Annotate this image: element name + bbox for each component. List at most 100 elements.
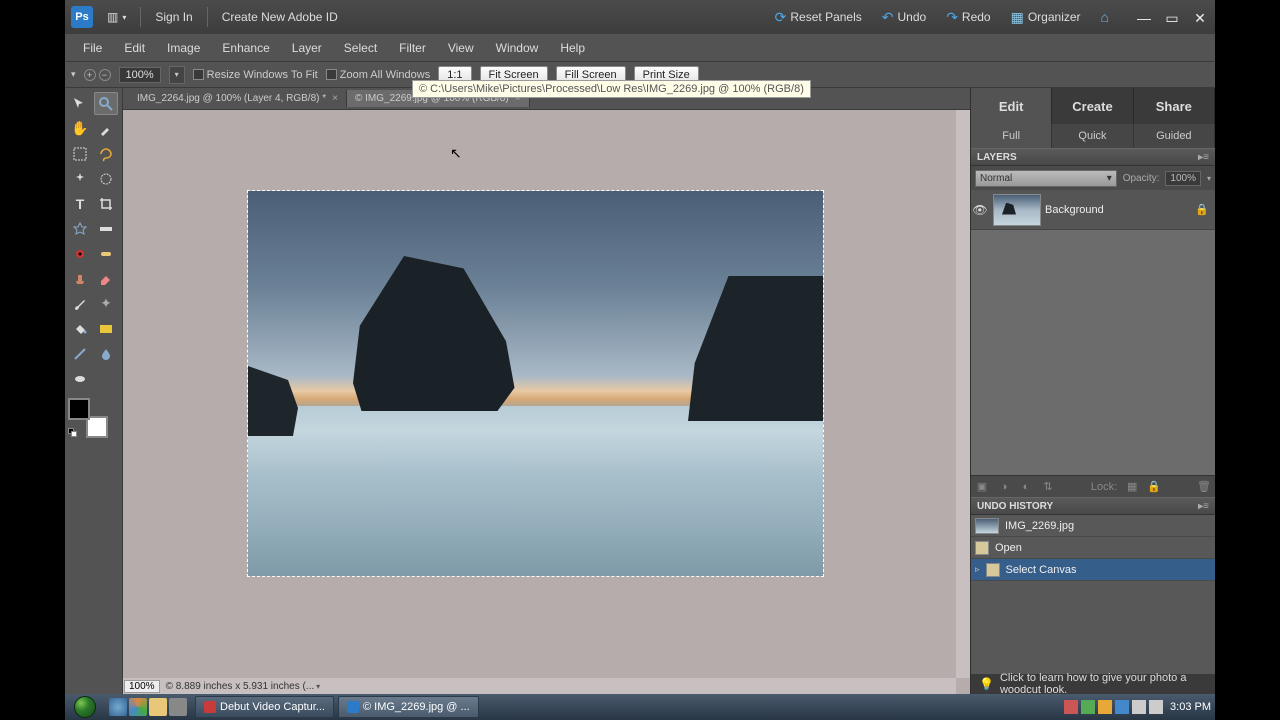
menu-window[interactable]: Window	[486, 37, 549, 59]
ql-ie-icon[interactable]	[109, 698, 127, 716]
red-eye-tool[interactable]	[68, 242, 92, 265]
tray-icon[interactable]	[1064, 700, 1078, 714]
ql-chrome-icon[interactable]	[129, 698, 147, 716]
menu-enhance[interactable]: Enhance	[212, 37, 279, 59]
shape-tool[interactable]	[68, 342, 92, 365]
vertical-scrollbar[interactable]	[956, 110, 970, 678]
new-layer-icon[interactable]: ▣	[975, 480, 989, 493]
zoom-all-checkbox[interactable]	[326, 69, 337, 80]
crop-tool[interactable]	[94, 192, 118, 215]
eyedropper-tool[interactable]	[94, 117, 118, 140]
tray-volume-icon[interactable]	[1149, 700, 1163, 714]
brush-tool[interactable]	[68, 292, 92, 315]
sub-tab-quick[interactable]: Quick	[1052, 124, 1133, 148]
tray-network-icon[interactable]	[1132, 700, 1146, 714]
menu-select[interactable]: Select	[334, 37, 387, 59]
menu-filter[interactable]: Filter	[389, 37, 436, 59]
resize-windows-checkbox[interactable]	[193, 69, 204, 80]
sub-tab-guided[interactable]: Guided	[1134, 124, 1215, 148]
smart-brush-tool[interactable]: ✦	[94, 292, 118, 315]
zoom-level-input[interactable]: 100%	[119, 67, 161, 83]
zoom-in-icon[interactable]: +	[84, 69, 96, 81]
sponge-tool[interactable]	[68, 367, 92, 390]
system-tray[interactable]: 3:03 PM	[1064, 700, 1211, 714]
lasso-tool[interactable]	[94, 142, 118, 165]
quick-selection-tool[interactable]	[94, 167, 118, 190]
taskbar-task[interactable]: © IMG_2269.jpg @ ...	[338, 696, 479, 718]
blend-mode-dropdown[interactable]: Normal▾	[975, 170, 1117, 187]
default-colors-icon[interactable]	[68, 428, 78, 438]
layer-name[interactable]: Background	[1045, 204, 1195, 216]
menu-file[interactable]: File	[73, 37, 112, 59]
type-tool[interactable]: T	[68, 192, 92, 215]
zoom-out-icon[interactable]: −	[99, 69, 111, 81]
paint-bucket-tool[interactable]	[68, 317, 92, 340]
layer-visibility-icon[interactable]: 👁	[971, 203, 989, 217]
panel-menu-icon[interactable]: ▸≡	[1198, 152, 1209, 163]
spot-healing-tool[interactable]	[94, 242, 118, 265]
lock-all-icon[interactable]: 🔒	[1147, 480, 1161, 493]
panel-menu-icon[interactable]: ▸≡	[1198, 501, 1209, 512]
tip-bar[interactable]: 💡Click to learn how to give your photo a…	[971, 674, 1215, 694]
zoom-tool[interactable]	[94, 92, 118, 115]
zoom-dropdown[interactable]: ▾	[169, 66, 185, 84]
close-button[interactable]: ✕	[1191, 10, 1209, 24]
history-row[interactable]: ▹Select Canvas	[971, 559, 1215, 581]
foreground-color-swatch[interactable]	[68, 398, 90, 420]
home-button[interactable]: ⌂	[1095, 6, 1115, 28]
tray-icon[interactable]	[1098, 700, 1112, 714]
canvas[interactable]: ↖ 100% © 8.889 inches x 5.931 inches (..…	[123, 110, 970, 694]
color-swatches[interactable]	[68, 398, 108, 438]
link-icon[interactable]: ⇅	[1041, 480, 1055, 493]
layer-thumbnail[interactable]	[993, 194, 1041, 226]
maximize-button[interactable]: ▭	[1163, 10, 1181, 24]
blur-tool[interactable]	[94, 342, 118, 365]
sign-in-link[interactable]: Sign In	[149, 7, 198, 27]
status-zoom[interactable]: 100%	[124, 680, 160, 693]
clock[interactable]: 3:03 PM	[1170, 701, 1211, 713]
history-row[interactable]: Open	[971, 537, 1215, 559]
start-button[interactable]	[65, 694, 105, 720]
mode-tab-create[interactable]: Create	[1052, 88, 1133, 124]
sub-tab-full[interactable]: Full	[971, 124, 1052, 148]
image-with-selection[interactable]	[247, 190, 824, 577]
marquee-tool[interactable]	[68, 142, 92, 165]
minimize-button[interactable]: ―	[1135, 10, 1153, 24]
workspace-switcher[interactable]: ▥▾	[101, 7, 132, 27]
lock-pixels-icon[interactable]: ▦	[1125, 480, 1139, 493]
menu-edit[interactable]: Edit	[114, 37, 155, 59]
ql-app-icon[interactable]	[169, 698, 187, 716]
move-tool[interactable]	[68, 92, 92, 115]
hand-tool[interactable]: ✋	[68, 117, 92, 140]
reset-panels-button[interactable]: ⟳Reset Panels	[769, 6, 868, 29]
taskbar-task[interactable]: Debut Video Captur...	[195, 696, 334, 718]
opacity-input[interactable]: 100%	[1165, 171, 1201, 186]
document-tab[interactable]: IMG_2264.jpg @ 100% (Layer 4, RGB/8) *×	[129, 90, 347, 107]
mask-icon[interactable]: ◐	[1019, 481, 1033, 493]
straighten-tool[interactable]	[94, 217, 118, 240]
tray-icon[interactable]	[1115, 700, 1129, 714]
menu-view[interactable]: View	[438, 37, 484, 59]
cookie-cutter-tool[interactable]	[68, 217, 92, 240]
horizontal-scrollbar[interactable]: 100% © 8.889 inches x 5.931 inches (... …	[123, 678, 956, 694]
fx-icon[interactable]: ◑	[997, 481, 1011, 493]
gradient-tool[interactable]	[94, 317, 118, 340]
tray-icon[interactable]	[1081, 700, 1095, 714]
create-adobe-id-link[interactable]: Create New Adobe ID	[216, 7, 344, 27]
organizer-button[interactable]: ▦Organizer	[1005, 6, 1087, 29]
history-row[interactable]: IMG_2269.jpg	[971, 515, 1215, 537]
redo-button[interactable]: ↷Redo	[940, 6, 996, 29]
ql-explorer-icon[interactable]	[149, 698, 167, 716]
mode-tab-share[interactable]: Share	[1134, 88, 1215, 124]
undo-button[interactable]: ↶Undo	[876, 6, 932, 29]
menu-image[interactable]: Image	[157, 37, 210, 59]
delete-layer-icon[interactable]: 🗑	[1197, 480, 1211, 493]
clone-stamp-tool[interactable]	[68, 267, 92, 290]
mode-tab-edit[interactable]: Edit	[971, 88, 1052, 124]
menu-layer[interactable]: Layer	[282, 37, 332, 59]
close-tab-icon[interactable]: ×	[332, 93, 338, 104]
eraser-tool[interactable]	[94, 267, 118, 290]
layer-row[interactable]: 👁 Background 🔒	[971, 190, 1215, 230]
menu-help[interactable]: Help	[550, 37, 595, 59]
magic-wand-tool[interactable]	[68, 167, 92, 190]
